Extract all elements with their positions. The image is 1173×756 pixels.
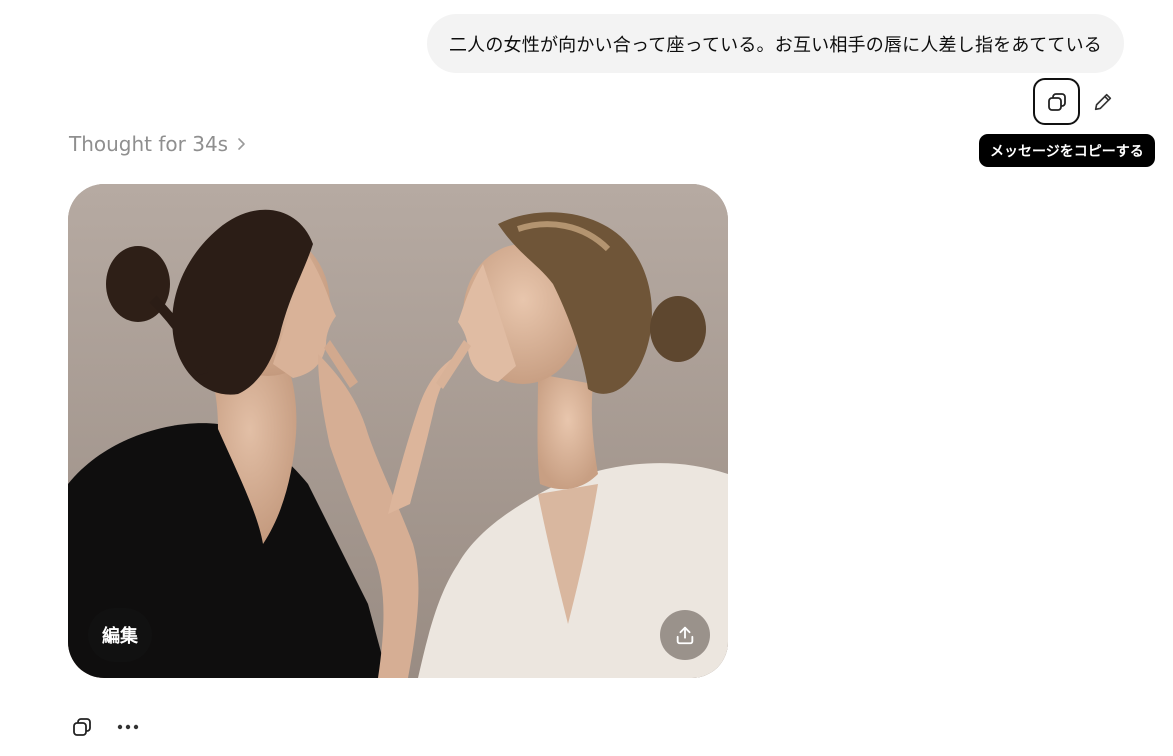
pencil-icon (1094, 93, 1112, 110)
copy-tooltip: メッセージをコピーする (979, 134, 1155, 167)
edit-message-button[interactable] (1088, 82, 1118, 122)
thought-label: Thought for 34s (69, 132, 229, 156)
tooltip-text: メッセージをコピーする (990, 143, 1144, 160)
copy-response-button[interactable] (68, 712, 96, 742)
response-actions (68, 712, 142, 742)
user-message-bubble: 二人の女性が向かい合って座っている。お互い相手の唇に人差し指をあてている (426, 14, 1124, 73)
generated-image[interactable]: 編集 (68, 184, 728, 678)
more-options-button[interactable] (114, 712, 142, 742)
edit-image-button[interactable]: 編集 (88, 608, 152, 662)
more-horizontal-icon (117, 724, 139, 730)
thought-toggle[interactable]: Thought for 34s (69, 132, 246, 156)
copy-message-button[interactable] (1033, 78, 1080, 125)
chevron-right-icon (238, 138, 245, 150)
copy-icon (1047, 92, 1066, 111)
edit-image-label: 編集 (102, 626, 138, 647)
chat-page: 二人の女性が向かい合って座っている。お互い相手の唇に人差し指をあてている メッセ… (0, 0, 1173, 756)
share-image-button[interactable] (660, 610, 710, 660)
user-message-actions (1033, 78, 1118, 125)
copy-icon (73, 718, 91, 736)
generated-image-illustration (68, 184, 728, 678)
share-upload-icon (676, 626, 694, 645)
user-message-text: 二人の女性が向かい合って座っている。お互い相手の唇に人差し指をあてている (448, 34, 1102, 56)
